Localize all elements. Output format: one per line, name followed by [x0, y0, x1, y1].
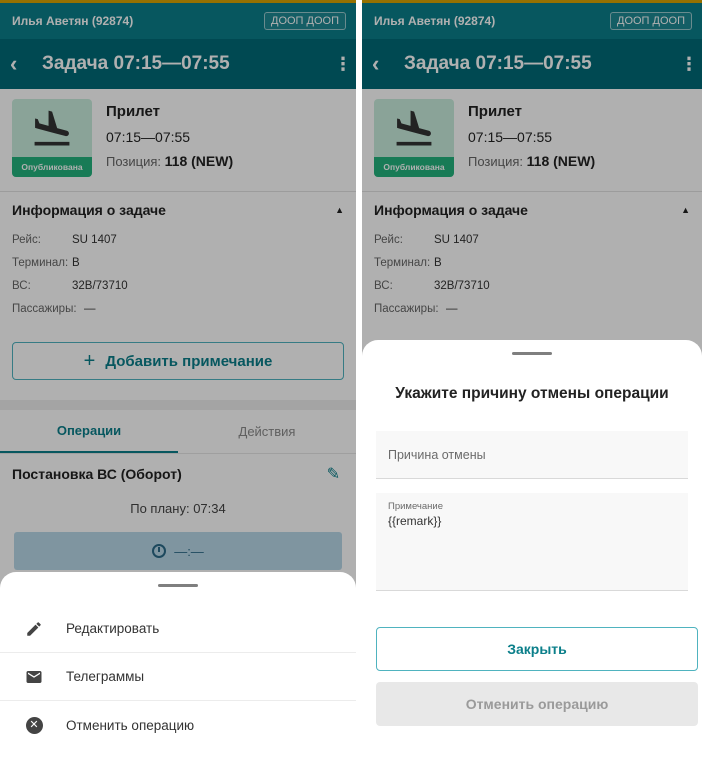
menu-item-cancel-operation[interactable]: ✕ Отменить операцию [0, 701, 356, 749]
close-button[interactable]: Закрыть [376, 627, 698, 671]
cancel-reason-select[interactable]: Причина отмены [376, 431, 688, 479]
note-textarea[interactable]: Примечание {{remark}} [376, 493, 688, 591]
menu-item-label: Телеграммы [66, 669, 145, 684]
menu-item-label: Отменить операцию [66, 717, 195, 733]
actions-sheet: Редактировать Телеграммы ✕ Отменить опер… [0, 572, 356, 760]
drag-handle[interactable] [158, 584, 198, 587]
sheet-title: Укажите причину отмены операции [395, 385, 669, 402]
drag-handle[interactable] [512, 352, 552, 355]
note-value: {{remark}} [388, 514, 442, 528]
mail-icon [24, 667, 44, 687]
cancel-reason-sheet: Укажите причину отмены операции Причина … [362, 340, 702, 760]
menu-item-label: Редактировать [66, 621, 160, 636]
left-screen: Илья Аветян (92874) ДООП ДООП ‹ Задача 0… [0, 0, 356, 760]
menu-item-edit[interactable]: Редактировать [0, 605, 356, 653]
cancel-circle-icon: ✕ [24, 715, 44, 735]
cancel-operation-button[interactable]: Отменить операцию [376, 682, 698, 726]
menu-item-telegrams[interactable]: Телеграммы [0, 653, 356, 701]
pencil-icon [24, 619, 44, 639]
right-screen: Илья Аветян (92874) ДООП ДООП ‹ Задача 0… [362, 0, 702, 760]
cancel-reason-placeholder: Причина отмены [388, 447, 486, 462]
note-label: Примечание [388, 501, 443, 512]
